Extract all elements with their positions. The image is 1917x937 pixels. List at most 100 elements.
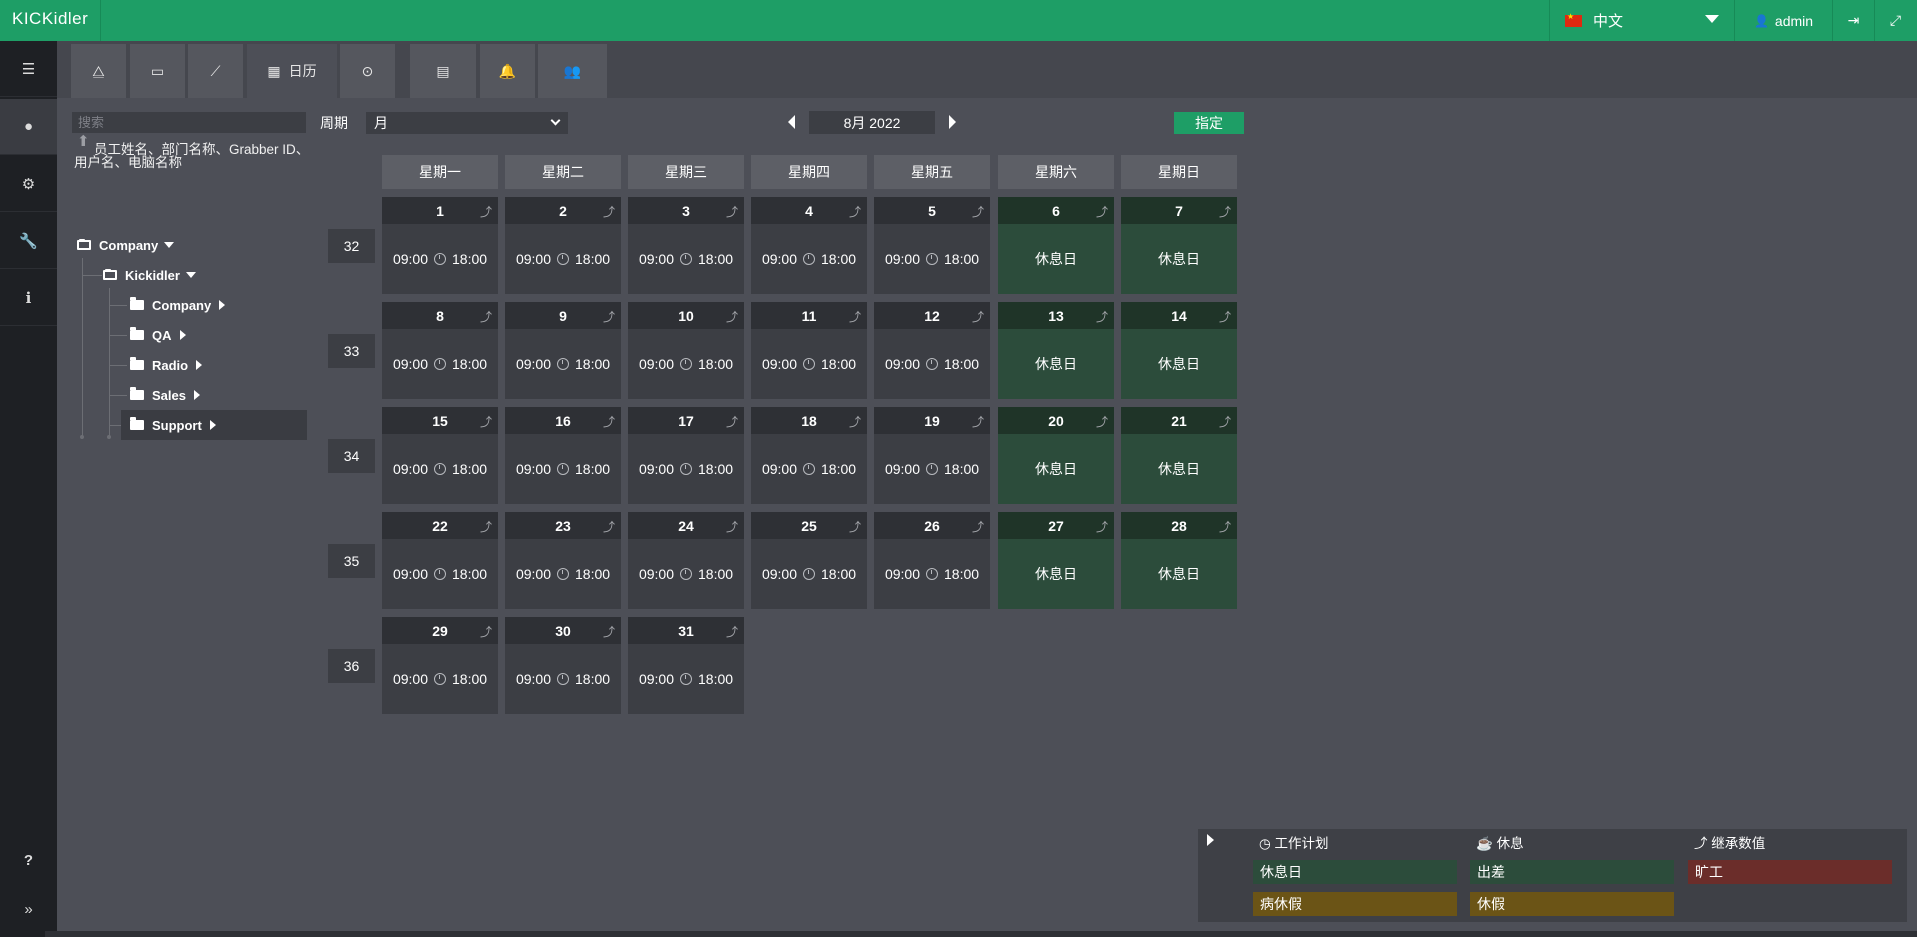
- inherit-icon[interactable]: ⤴: [1219, 413, 1231, 430]
- bottom-scrollbar[interactable]: [45, 931, 1917, 937]
- inherit-icon[interactable]: ⤴: [480, 308, 492, 325]
- legend-item-business-trip[interactable]: 出差: [1470, 860, 1674, 884]
- inherit-icon[interactable]: ⤴: [603, 203, 615, 220]
- inherit-icon[interactable]: ⤴: [849, 203, 861, 220]
- calendar-day-cell[interactable]: 13 ⤴ 休息日: [998, 302, 1114, 399]
- calendar-day-cell[interactable]: 2 ⤴ 09:00 18:00: [505, 197, 621, 294]
- next-month-icon[interactable]: [949, 115, 956, 129]
- inherit-icon[interactable]: ⤴: [1096, 203, 1108, 220]
- inherit-icon[interactable]: ⤴: [972, 308, 984, 325]
- tab-id-card[interactable]: ▤: [410, 44, 476, 98]
- inherit-icon[interactable]: ⤴: [603, 623, 615, 640]
- calendar-day-cell[interactable]: 22 ⤴ 09:00 18:00: [382, 512, 498, 609]
- calendar-day-cell[interactable]: 23 ⤴ 09:00 18:00: [505, 512, 621, 609]
- calendar-day-cell[interactable]: 3 ⤴ 09:00 18:00: [628, 197, 744, 294]
- tab-users[interactable]: 👥: [538, 44, 607, 98]
- calendar-day-cell[interactable]: 5 ⤴ 09:00 18:00: [874, 197, 990, 294]
- legend-item-vacation[interactable]: 休假: [1470, 892, 1674, 916]
- inherit-icon[interactable]: ⤴: [603, 518, 615, 535]
- month-display[interactable]: 8月 2022: [809, 111, 935, 134]
- cogs-icon[interactable]: ⚙: [0, 156, 57, 212]
- calendar-day-cell[interactable]: 4 ⤴ 09:00 18:00: [751, 197, 867, 294]
- tree-node-qa[interactable]: QA: [130, 320, 186, 350]
- calendar-day-cell[interactable]: 29 ⤴ 09:00 18:00: [382, 617, 498, 714]
- legend-item-absence[interactable]: 旷工: [1688, 860, 1892, 884]
- inherit-icon[interactable]: ⤴: [1096, 518, 1108, 535]
- week-number[interactable]: 33: [328, 334, 375, 368]
- tree-node-support[interactable]: Support: [121, 410, 307, 440]
- legend-item-sick-leave[interactable]: 病休假: [1253, 892, 1457, 916]
- calendar-day-cell[interactable]: 31 ⤴ 09:00 18:00: [628, 617, 744, 714]
- calendar-day-cell[interactable]: 25 ⤴ 09:00 18:00: [751, 512, 867, 609]
- tree-node-radio[interactable]: Radio: [130, 350, 203, 380]
- inherit-icon[interactable]: ⤴: [480, 413, 492, 430]
- inherit-icon[interactable]: ⤴: [726, 413, 738, 430]
- calendar-day-cell[interactable]: 1 ⤴ 09:00 18:00: [382, 197, 498, 294]
- inherit-icon[interactable]: ⤴: [849, 308, 861, 325]
- calendar-day-cell[interactable]: 16 ⤴ 09:00 18:00: [505, 407, 621, 504]
- inherit-icon[interactable]: ⤴: [849, 518, 861, 535]
- search-input[interactable]: [72, 112, 306, 133]
- calendar-day-cell[interactable]: 28 ⤴ 休息日: [1121, 512, 1237, 609]
- tree-node-company[interactable]: Company: [130, 290, 226, 320]
- info-icon[interactable]: i: [0, 270, 57, 326]
- tab-monitor[interactable]: ▭: [130, 44, 185, 98]
- inherit-icon[interactable]: ⤴: [480, 203, 492, 220]
- fullscreen-icon[interactable]: ⤢: [1874, 0, 1916, 41]
- week-number[interactable]: 32: [328, 229, 375, 263]
- calendar-day-cell[interactable]: 7 ⤴ 休息日: [1121, 197, 1237, 294]
- inherit-icon[interactable]: ⤴: [480, 623, 492, 640]
- tree-node-company-root[interactable]: Company: [77, 230, 175, 260]
- inherit-icon[interactable]: ⤴: [1219, 518, 1231, 535]
- user-menu[interactable]: 👤 admin: [1734, 0, 1832, 41]
- calendar-day-cell[interactable]: 10 ⤴ 09:00 18:00: [628, 302, 744, 399]
- calendar-day-cell[interactable]: 19 ⤴ 09:00 18:00: [874, 407, 990, 504]
- inherit-icon[interactable]: ⤴: [603, 413, 615, 430]
- calendar-day-cell[interactable]: 14 ⤴ 休息日: [1121, 302, 1237, 399]
- inherit-icon[interactable]: ⤴: [972, 413, 984, 430]
- list-icon[interactable]: ☰: [0, 41, 57, 97]
- inherit-icon[interactable]: ⤴: [726, 518, 738, 535]
- inherit-icon[interactable]: ⤴: [1219, 203, 1231, 220]
- inherit-icon[interactable]: ⤴: [1219, 308, 1231, 325]
- inherit-icon[interactable]: ⤴: [480, 518, 492, 535]
- inherit-icon[interactable]: ⤴: [603, 308, 615, 325]
- inherit-icon[interactable]: ⤴: [1096, 308, 1108, 325]
- calendar-day-cell[interactable]: 18 ⤴ 09:00 18:00: [751, 407, 867, 504]
- inherit-icon[interactable]: ⤴: [726, 308, 738, 325]
- legend-toggle-icon[interactable]: [1207, 834, 1214, 846]
- calendar-day-cell[interactable]: 11 ⤴ 09:00 18:00: [751, 302, 867, 399]
- calendar-day-cell[interactable]: 20 ⤴ 休息日: [998, 407, 1114, 504]
- calendar-day-cell[interactable]: 30 ⤴ 09:00 18:00: [505, 617, 621, 714]
- week-number[interactable]: 35: [328, 544, 375, 578]
- prev-month-icon[interactable]: [788, 115, 795, 129]
- assign-button[interactable]: 指定: [1174, 112, 1244, 134]
- calendar-day-cell[interactable]: 27 ⤴ 休息日: [998, 512, 1114, 609]
- legend-item-day-off[interactable]: 休息日: [1253, 860, 1457, 884]
- tab-toggle[interactable]: ⊙: [340, 44, 395, 98]
- tree-node-kickidler[interactable]: Kickidler: [103, 260, 196, 290]
- logout-icon[interactable]: ⇥: [1832, 0, 1874, 41]
- tab-calendar[interactable]: ▦ 日历: [247, 44, 337, 98]
- inherit-icon[interactable]: ⤴: [972, 518, 984, 535]
- tab-org-structure[interactable]: ⧋: [71, 44, 126, 98]
- language-selector[interactable]: 中文: [1549, 0, 1734, 41]
- wrench-icon[interactable]: 🔧: [0, 213, 57, 269]
- week-number[interactable]: 34: [328, 439, 375, 473]
- calendar-day-cell[interactable]: 24 ⤴ 09:00 18:00: [628, 512, 744, 609]
- calendar-day-cell[interactable]: 9 ⤴ 09:00 18:00: [505, 302, 621, 399]
- inherit-icon[interactable]: ⤴: [726, 623, 738, 640]
- week-number[interactable]: 36: [328, 649, 375, 683]
- question-icon[interactable]: ?: [0, 832, 57, 888]
- inherit-icon[interactable]: ⤴: [972, 203, 984, 220]
- calendar-day-cell[interactable]: 21 ⤴ 休息日: [1121, 407, 1237, 504]
- period-select[interactable]: 月: [366, 112, 568, 134]
- user-icon[interactable]: ●: [0, 99, 57, 155]
- app-logo[interactable]: KICKidler: [12, 9, 88, 29]
- tab-notifications[interactable]: 🔔: [480, 44, 535, 98]
- calendar-day-cell[interactable]: 26 ⤴ 09:00 18:00: [874, 512, 990, 609]
- inherit-icon[interactable]: ⤴: [849, 413, 861, 430]
- inherit-icon[interactable]: ⤴: [726, 203, 738, 220]
- calendar-day-cell[interactable]: 6 ⤴ 休息日: [998, 197, 1114, 294]
- calendar-day-cell[interactable]: 15 ⤴ 09:00 18:00: [382, 407, 498, 504]
